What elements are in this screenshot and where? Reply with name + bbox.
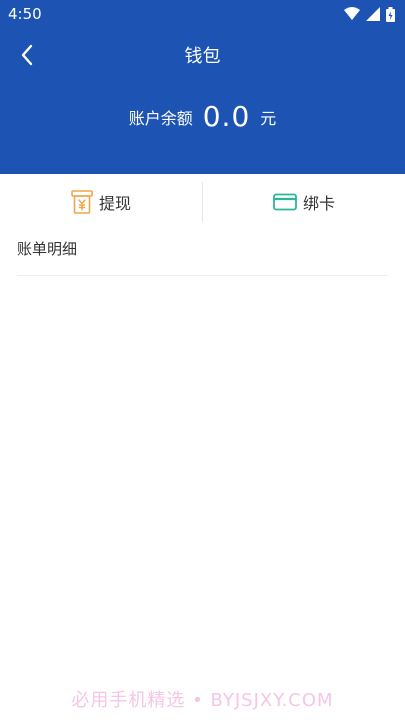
balance-label: 账户余额 <box>128 108 193 128</box>
balance-value: 0.0 <box>202 100 251 133</box>
bill-details-title: 账单明细 <box>17 240 78 258</box>
withdraw-label: 提现 <box>98 194 131 213</box>
header: 钱包 账户余额 0.0 元 <box>0 28 405 174</box>
card-icon <box>273 193 297 211</box>
divider <box>17 275 388 276</box>
signal-icon <box>366 7 380 21</box>
balance-row: 账户余额 0.0 元 <box>0 100 405 133</box>
bind-card-label: 绑卡 <box>302 194 335 213</box>
withdraw-icon <box>71 190 93 214</box>
withdraw-button[interactable]: 提现 <box>0 174 202 230</box>
status-icons <box>344 6 395 22</box>
bind-card-button[interactable]: 绑卡 <box>203 174 405 230</box>
watermark: 必用手机精选 • BYJSJXY.COM <box>71 690 334 711</box>
status-time: 4:50 <box>8 5 42 23</box>
battery-icon <box>386 6 395 22</box>
action-bar: 提现 绑卡 <box>0 174 405 230</box>
wifi-icon <box>344 7 360 20</box>
balance-unit: 元 <box>260 108 277 128</box>
page-title: 钱包 <box>184 46 221 67</box>
status-bar: 4:50 <box>0 0 405 28</box>
